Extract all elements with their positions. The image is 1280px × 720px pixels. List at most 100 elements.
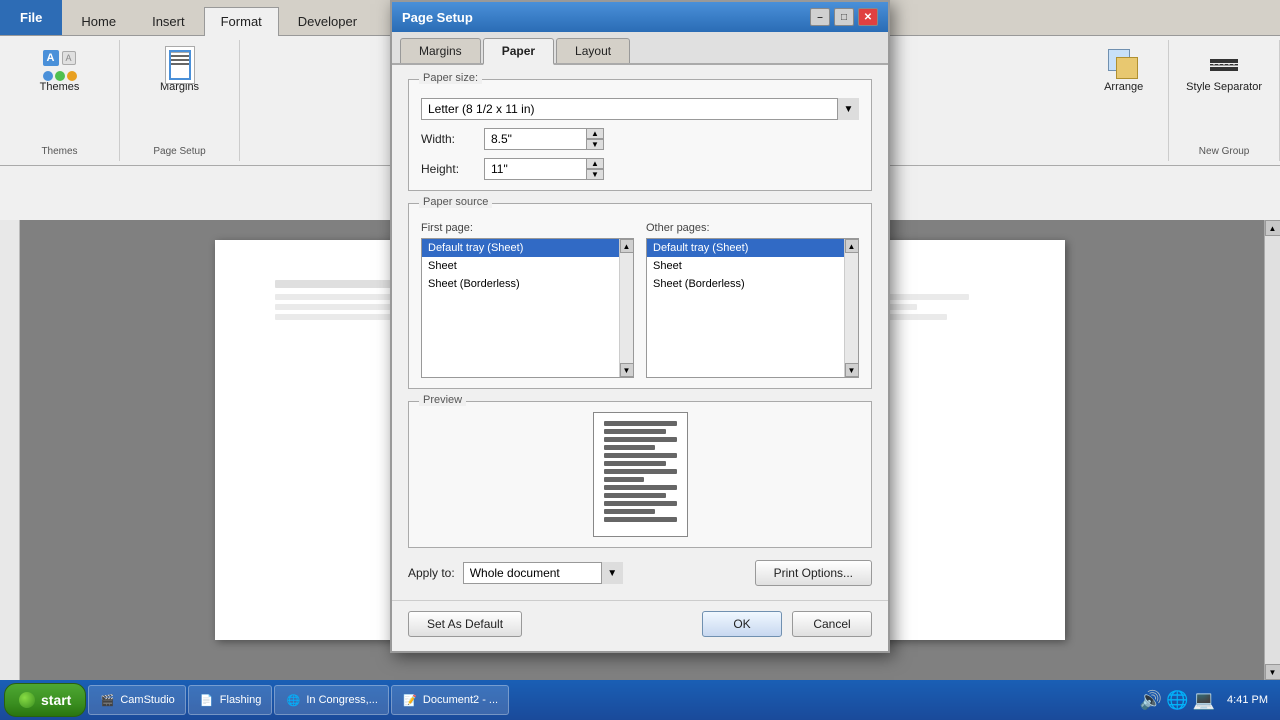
- dialog-title: Page Setup: [402, 10, 473, 25]
- ok-button[interactable]: OK: [702, 611, 782, 637]
- width-decrement[interactable]: ▼: [586, 139, 604, 150]
- preview-line-5: [604, 453, 677, 458]
- taskbar-item-document[interactable]: 📝 Document2 - ...: [391, 685, 509, 715]
- preview-line-1: [604, 421, 677, 426]
- file-tab[interactable]: File: [0, 0, 62, 35]
- taskbar-right: 🔊 🌐 💻 4:41 PM: [1140, 690, 1276, 711]
- preview-line-10: [604, 493, 666, 498]
- taskbar-item-flashing[interactable]: 📄 Flashing: [188, 685, 273, 715]
- paper-source-section-label: Paper source: [419, 196, 492, 208]
- ribbon-group-themes: A A Themes Themes: [0, 40, 120, 161]
- first-page-label: First page:: [421, 222, 634, 234]
- themes-icon: A A: [44, 49, 76, 81]
- other-pages-item-2[interactable]: Sheet (Borderless): [647, 275, 844, 293]
- preview-page: [593, 412, 688, 537]
- height-spinner: 11" ▲ ▼: [484, 158, 604, 180]
- paper-size-section-label: Paper size:: [419, 72, 482, 84]
- ribbon-group-arrange: Arrange: [1079, 40, 1169, 161]
- height-label: Height:: [421, 162, 476, 176]
- first-page-scroll-up[interactable]: ▲: [620, 239, 634, 253]
- other-pages-scroll-up[interactable]: ▲: [845, 239, 859, 253]
- paper-size-select-wrapper: Letter (8 1/2 x 11 in) Legal (8 1/2 x 14…: [421, 98, 859, 120]
- tray-sound-icon: 🔊: [1140, 690, 1162, 711]
- first-page-item-0[interactable]: Default tray (Sheet): [422, 239, 619, 257]
- style-sep-label: Style Separator: [1186, 81, 1262, 93]
- first-page-scroll-down[interactable]: ▼: [620, 363, 634, 377]
- scroll-up-arrow[interactable]: ▲: [1265, 220, 1280, 236]
- margins-button[interactable]: Margins: [153, 44, 206, 98]
- paper-source-section: Paper source First page: Default tray (S…: [408, 203, 872, 389]
- tab-paper[interactable]: Paper: [483, 38, 554, 65]
- arrange-btn-label: Arrange: [1104, 81, 1143, 93]
- clock-time: 4:41 PM: [1227, 693, 1268, 707]
- style-sep-group-label: New Group: [1199, 142, 1250, 157]
- tab-developer[interactable]: Developer: [281, 7, 374, 35]
- height-decrement[interactable]: ▼: [586, 169, 604, 180]
- other-pages-item-0[interactable]: Default tray (Sheet): [647, 239, 844, 257]
- themes-group-label: Themes: [41, 142, 77, 157]
- width-row: Width: 8.5" ▲ ▼: [421, 128, 859, 150]
- style-separator-button[interactable]: Style Separator: [1179, 44, 1269, 98]
- tray-computer-icon: 💻: [1193, 690, 1215, 711]
- scroll-right: ▲ ▼: [1264, 220, 1280, 680]
- other-pages-listbox: Default tray (Sheet) Sheet Sheet (Border…: [646, 238, 859, 378]
- preview-line-7: [604, 469, 677, 474]
- apply-left: Apply to: Whole document This point forw…: [408, 562, 623, 584]
- height-increment[interactable]: ▲: [586, 158, 604, 169]
- themes-button[interactable]: A A Themes: [33, 44, 87, 98]
- other-pages-scrollbar: ▲ ▼: [844, 239, 858, 377]
- camstudio-icon: 🎬: [99, 692, 115, 708]
- dialog-body: Paper size: Letter (8 1/2 x 11 in) Legal…: [392, 65, 888, 600]
- first-page-item-2[interactable]: Sheet (Borderless): [422, 275, 619, 293]
- dialog-tabs: Margins Paper Layout: [392, 32, 888, 65]
- paper-size-select[interactable]: Letter (8 1/2 x 11 in) Legal (8 1/2 x 14…: [421, 98, 859, 120]
- other-pages-listbox-inner: Default tray (Sheet) Sheet Sheet (Border…: [647, 239, 844, 377]
- dialog-titlebar: Page Setup – □ ✕: [392, 2, 888, 32]
- first-page-listbox: Default tray (Sheet) Sheet Sheet (Border…: [421, 238, 634, 378]
- minimize-button[interactable]: –: [810, 8, 830, 26]
- paper-size-row: Letter (8 1/2 x 11 in) Legal (8 1/2 x 14…: [421, 98, 859, 120]
- tab-layout[interactable]: Layout: [556, 38, 630, 63]
- flashing-label: Flashing: [220, 694, 262, 706]
- start-button[interactable]: start: [4, 683, 86, 717]
- tab-insert[interactable]: Insert: [135, 7, 202, 35]
- other-pages-col: Other pages: Default tray (Sheet) Sheet …: [646, 222, 859, 378]
- scroll-down-arrow[interactable]: ▼: [1265, 664, 1280, 680]
- preview-line-11: [604, 501, 677, 506]
- themes-btn-label: Themes: [40, 81, 80, 93]
- tab-margins[interactable]: Margins: [400, 38, 481, 63]
- taskbar-item-camstudio[interactable]: 🎬 CamStudio: [88, 685, 185, 715]
- document-icon: 📝: [402, 692, 418, 708]
- preview-line-6: [604, 461, 666, 466]
- first-page-scrollbar: ▲ ▼: [619, 239, 633, 377]
- preview-line-4: [604, 445, 655, 450]
- arrange-content: Arrange: [1097, 44, 1150, 153]
- taskbar-item-congress[interactable]: 🌐 In Congress,...: [274, 685, 389, 715]
- first-page-item-1[interactable]: Sheet: [422, 257, 619, 275]
- other-pages-scroll-down[interactable]: ▼: [845, 363, 859, 377]
- page-setup-dialog: Page Setup – □ ✕ Margins Paper Layout Pa…: [390, 0, 890, 653]
- preview-line-13: [604, 517, 677, 522]
- arrange-icon: [1108, 49, 1140, 81]
- close-button[interactable]: ✕: [858, 8, 878, 26]
- preview-line-9: [604, 485, 677, 490]
- set-as-default-button[interactable]: Set As Default: [408, 611, 522, 637]
- maximize-button[interactable]: □: [834, 8, 854, 26]
- apply-to-label: Apply to:: [408, 566, 455, 580]
- apply-to-select-wrapper: Whole document This point forward This s…: [463, 562, 623, 584]
- first-page-listbox-inner: Default tray (Sheet) Sheet Sheet (Border…: [422, 239, 619, 377]
- width-increment[interactable]: ▲: [586, 128, 604, 139]
- apply-to-select[interactable]: Whole document This point forward This s…: [463, 562, 623, 584]
- ruler-left: [0, 220, 20, 680]
- tab-home[interactable]: Home: [64, 7, 133, 35]
- preview-line-2: [604, 429, 666, 434]
- tab-format[interactable]: Format: [204, 7, 279, 36]
- taskbar: start 🎬 CamStudio 📄 Flashing 🌐 In Congre…: [0, 680, 1280, 720]
- cancel-button[interactable]: Cancel: [792, 611, 872, 637]
- other-pages-item-1[interactable]: Sheet: [647, 257, 844, 275]
- height-row: Height: 11" ▲ ▼: [421, 158, 859, 180]
- tray-network-icon: 🌐: [1166, 690, 1188, 711]
- print-options-button[interactable]: Print Options...: [755, 560, 872, 586]
- arrange-button[interactable]: Arrange: [1097, 44, 1150, 98]
- other-pages-label: Other pages:: [646, 222, 859, 234]
